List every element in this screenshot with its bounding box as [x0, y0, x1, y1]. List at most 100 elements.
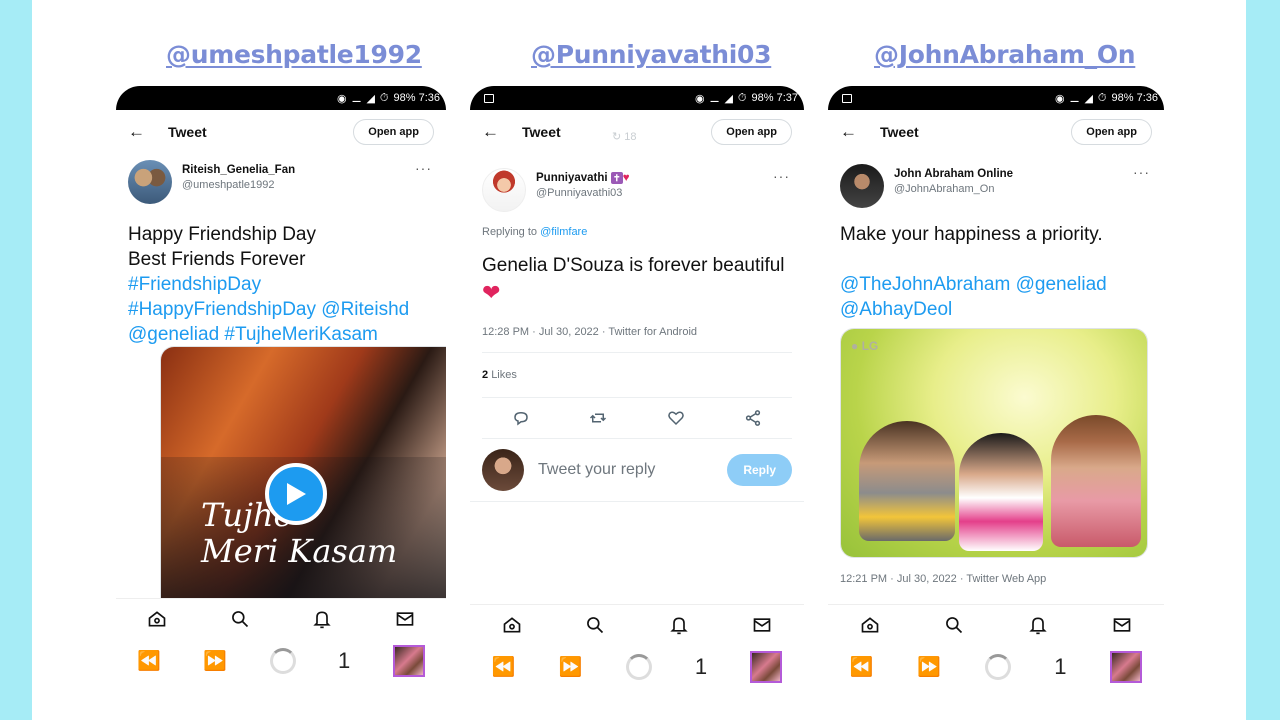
reply-composer: Tweet your reply Reply — [470, 439, 804, 501]
handle-link-2[interactable]: @Punniyavathi03 — [531, 40, 772, 69]
fast-forward-icon[interactable]: ⏩ — [203, 649, 227, 673]
rewind-icon[interactable]: ⏪ — [850, 655, 874, 679]
reply-icon[interactable] — [512, 409, 530, 427]
home-icon[interactable] — [502, 615, 522, 635]
bell-icon[interactable] — [669, 615, 689, 635]
bottom-nav — [828, 604, 1164, 644]
replying-to: Replying to @filmfare — [482, 226, 588, 238]
more-options-icon[interactable]: ··· — [415, 160, 432, 176]
share-icon[interactable] — [744, 409, 762, 427]
handle-link-1[interactable]: @umeshpatle1992 — [166, 40, 422, 69]
status-text: 98% 7:36 — [393, 92, 440, 104]
like-icon[interactable] — [667, 409, 685, 427]
tweet-image[interactable]: ● LG — [840, 328, 1148, 558]
avatar[interactable] — [840, 164, 884, 208]
more-options-icon[interactable]: ··· — [773, 168, 790, 184]
mention-link[interactable]: @AbhayDeol — [840, 299, 952, 320]
browser-bar: ⏪ ⏩ 1 — [116, 638, 446, 684]
tweet-author: Punniyavathi ✝ ♥ @Punniyavathi03 ··· — [470, 162, 804, 218]
loading-icon — [625, 654, 652, 680]
mention-link[interactable]: @geneliad — [1016, 274, 1107, 295]
tab-count[interactable]: 1 — [695, 654, 707, 680]
avatar[interactable] — [482, 168, 526, 212]
open-app-button[interactable]: Open app — [1071, 119, 1152, 145]
tab-thumbnail[interactable] — [392, 645, 425, 677]
search-icon[interactable] — [230, 609, 250, 629]
tab-count[interactable]: 1 — [338, 648, 350, 674]
username[interactable]: @JohnAbraham_On — [894, 183, 1013, 195]
gallery-icon — [842, 93, 852, 103]
hashtag-link[interactable]: #FriendshipDay — [128, 274, 261, 295]
avatar[interactable] — [128, 160, 172, 204]
home-icon[interactable] — [147, 609, 167, 629]
fast-forward-icon[interactable]: ⏩ — [559, 655, 583, 679]
display-name[interactable]: John Abraham Online — [894, 168, 1013, 180]
tweet-author: John Abraham Online @JohnAbraham_On ··· — [828, 158, 1164, 214]
mention-link[interactable]: @geneliad — [128, 324, 219, 345]
gallery-icon — [484, 93, 494, 103]
phone-screenshot-2: ◉ ⚊ ◢ ⏱ 98% 7:37 ← Tweet ↻ 18 Open app P… — [470, 86, 804, 686]
browser-bar: ⏪ ⏩ 1 — [828, 644, 1164, 686]
play-button[interactable] — [265, 463, 327, 525]
display-name[interactable]: Punniyavathi ✝ ♥ — [536, 172, 630, 184]
fast-forward-icon[interactable]: ⏩ — [917, 655, 941, 679]
bottom-nav — [116, 598, 446, 638]
home-icon[interactable] — [860, 615, 880, 635]
mention-link[interactable]: @Riteishd — [321, 299, 409, 320]
more-options-icon[interactable]: ··· — [1133, 164, 1150, 180]
dnd-icon: ⚊ — [351, 92, 362, 105]
dnd-icon: ⚊ — [1069, 92, 1080, 105]
signal-icon: ◉ — [694, 92, 705, 105]
bottom-nav — [470, 604, 804, 644]
hashtag-link[interactable]: #HappyFriendshipDay — [128, 299, 316, 320]
tab-count[interactable]: 1 — [1054, 654, 1066, 680]
mail-icon[interactable] — [1112, 615, 1132, 635]
username[interactable]: @Punniyavathi03 — [536, 187, 630, 199]
signal-icon: ◉ — [336, 92, 347, 105]
page-title: Tweet — [880, 124, 919, 140]
clock-icon: ⏱ — [1097, 91, 1107, 104]
username[interactable]: @umeshpatle1992 — [182, 179, 295, 191]
tab-thumbnail[interactable] — [1110, 651, 1143, 683]
rewind-icon[interactable]: ⏪ — [492, 655, 516, 679]
bell-icon[interactable] — [312, 609, 332, 629]
tab-thumbnail[interactable] — [750, 651, 783, 683]
heart-emoji-icon: ❤ — [482, 280, 501, 305]
tweet-timestamp: 12:28 PM · Jul 30, 2022 · Twitter for An… — [482, 326, 698, 338]
tweet-line: Best Friends Forever — [128, 249, 306, 270]
phone-screenshot-1: ◉ ⚊ ◢ ⏱ 98% 7:36 ← Tweet Open app Riteis… — [116, 86, 446, 686]
reply-button[interactable]: Reply — [727, 454, 792, 486]
mail-icon[interactable] — [752, 615, 772, 635]
video-thumbnail[interactable]: Tujhe Meri Kasam — [160, 346, 446, 606]
image-brand-logo: ● LG — [851, 339, 879, 353]
replying-to-link[interactable]: @filmfare — [540, 226, 587, 238]
search-icon[interactable] — [585, 615, 605, 635]
tweet-actions — [470, 398, 804, 438]
board: @umeshpatle1992 @Punniyavathi03 @JohnAbr… — [32, 0, 1246, 720]
display-name[interactable]: Riteish_Genelia_Fan — [182, 164, 295, 176]
open-app-button[interactable]: Open app — [711, 119, 792, 145]
back-arrow-icon[interactable]: ← — [840, 122, 880, 142]
status-bar: ◉ ⚊ ◢ ⏱ 98% 7:37 — [470, 86, 804, 110]
mail-icon[interactable] — [395, 609, 415, 629]
mention-link[interactable]: @TheJohnAbraham — [840, 274, 1010, 295]
retweet-icon[interactable] — [589, 409, 607, 427]
search-icon[interactable] — [944, 615, 964, 635]
back-arrow-icon[interactable]: ← — [128, 122, 168, 142]
dnd-icon: ⚊ — [709, 92, 720, 105]
cross-emoji-icon: ✝ — [610, 172, 623, 184]
rewind-icon[interactable]: ⏪ — [137, 649, 161, 673]
back-arrow-icon[interactable]: ← — [482, 122, 522, 142]
open-app-button[interactable]: Open app — [353, 119, 434, 145]
signal-icon: ◉ — [1054, 92, 1065, 105]
reply-input[interactable]: Tweet your reply — [538, 461, 727, 479]
phone-screenshot-3: ◉ ⚊ ◢ ⏱ 98% 7:36 ← Tweet Open app John A… — [828, 86, 1164, 686]
bell-icon[interactable] — [1028, 615, 1048, 635]
heart-emoji-icon: ♥ — [622, 172, 630, 184]
person-figure — [959, 433, 1043, 551]
network-icon: ◢ — [724, 92, 733, 105]
top-bar: ← Tweet Open app — [828, 110, 1164, 154]
handle-link-3[interactable]: @JohnAbraham_On — [874, 40, 1136, 69]
hashtag-link[interactable]: #TujheMeriKasam — [224, 324, 377, 345]
likes-stat[interactable]: 2 Likes — [470, 353, 804, 397]
